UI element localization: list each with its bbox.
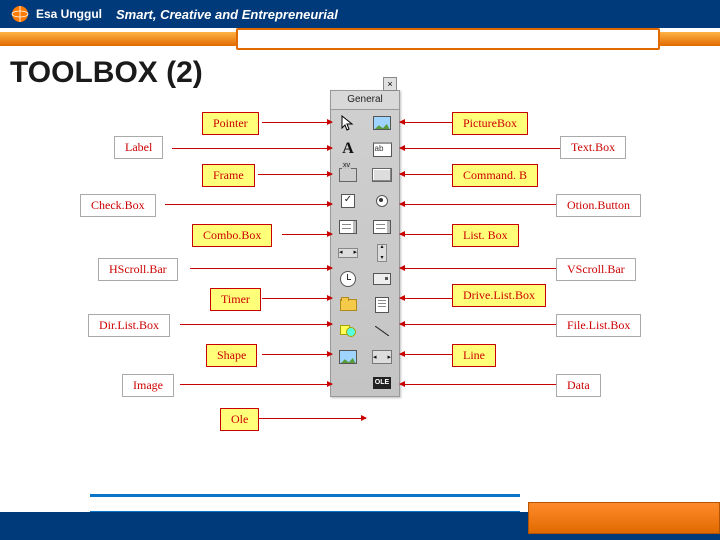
label-shape: Shape <box>206 344 257 367</box>
label-data: Data <box>556 374 601 397</box>
label-timer: Timer <box>210 288 261 311</box>
globe-icon <box>10 4 30 24</box>
ole-icon[interactable]: OLE <box>365 370 399 396</box>
timer-icon[interactable] <box>331 266 365 292</box>
filelistbox-icon[interactable] <box>365 292 399 318</box>
label-dirlist: Dir.List.Box <box>88 314 170 337</box>
listbox-icon[interactable] <box>365 214 399 240</box>
label-icon[interactable]: A <box>331 136 365 162</box>
combobox-icon[interactable] <box>331 214 365 240</box>
label-hscroll: HScroll.Bar <box>98 258 178 281</box>
label-option: Otion.Button <box>556 194 641 217</box>
image-icon[interactable] <box>331 344 365 370</box>
label-cmd: Command. B <box>452 164 538 187</box>
label-checkbox: Check.Box <box>80 194 156 217</box>
picturebox-icon[interactable] <box>365 110 399 136</box>
optionbutton-icon[interactable] <box>365 188 399 214</box>
label-image: Image <box>122 374 174 397</box>
label-vscroll: VScroll.Bar <box>556 258 636 281</box>
diagram-area: × General A ab ✓ ◂▸ ▴▾ <box>0 90 720 510</box>
line-icon[interactable] <box>365 318 399 344</box>
checkbox-icon[interactable]: ✓ <box>331 188 365 214</box>
close-icon[interactable]: × <box>383 77 397 91</box>
header-accent <box>0 28 720 52</box>
label-line: Line <box>452 344 496 367</box>
commandbutton-icon[interactable] <box>365 162 399 188</box>
drivelistbox-icon[interactable] <box>365 266 399 292</box>
toolbox-panel: × General A ab ✓ ◂▸ ▴▾ <box>330 90 400 397</box>
label-frame: Frame <box>202 164 255 187</box>
label-ole: Ole <box>220 408 259 431</box>
shape-icon[interactable] <box>331 318 365 344</box>
frame-icon[interactable] <box>331 162 365 188</box>
slide-header: Esa Unggul Smart, Creative and Entrepren… <box>0 0 720 28</box>
label-textbox: Text.Box <box>560 136 626 159</box>
page-title: TOOLBOX (2) <box>0 52 720 90</box>
tagline: Smart, Creative and Entrepreneurial <box>116 7 338 22</box>
label-drive: Drive.List.Box <box>452 284 546 307</box>
pointer-icon[interactable] <box>331 110 365 136</box>
university-logo: Esa Unggul <box>0 4 102 24</box>
label-combo: Combo.Box <box>192 224 272 247</box>
label-picturebox: PictureBox <box>452 112 528 135</box>
label-listbox: List. Box <box>452 224 519 247</box>
textbox-icon[interactable]: ab <box>365 136 399 162</box>
label-filelist: File.List.Box <box>556 314 641 337</box>
university-name: Esa Unggul <box>36 7 102 21</box>
hscrollbar-icon[interactable]: ◂▸ <box>331 240 365 266</box>
label-label: Label <box>114 136 163 159</box>
data-icon[interactable]: ◂▸ <box>365 344 399 370</box>
slide-footer <box>0 496 720 540</box>
toolbox-title: General <box>331 91 399 110</box>
vscrollbar-icon[interactable]: ▴▾ <box>365 240 399 266</box>
dirlistbox-icon[interactable] <box>331 292 365 318</box>
label-pointer: Pointer <box>202 112 259 135</box>
